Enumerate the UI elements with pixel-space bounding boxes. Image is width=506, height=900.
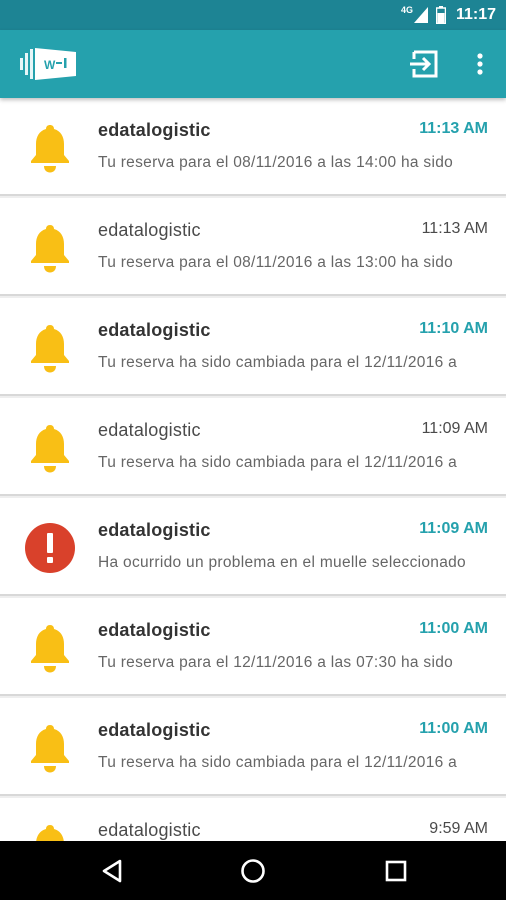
notification-sender: edatalogistic bbox=[98, 820, 201, 840]
more-vert-icon bbox=[477, 53, 483, 75]
notification-preview: Tu reserva ha sido cambiada para el 12/1… bbox=[98, 354, 458, 371]
battery-icon bbox=[435, 6, 446, 24]
notification-time: 11:09 AM bbox=[421, 420, 488, 437]
notification-item[interactable]: edatalogistic 11:13 AM Tu reserva para el … bbox=[0, 198, 506, 296]
bell-icon bbox=[24, 820, 76, 841]
notification-preview: Tu reserva ha sido cambiada para el 12/1… bbox=[98, 454, 458, 471]
notification-preview: Ha ocurrido un problema en el muelle sel… bbox=[98, 554, 466, 571]
logout-icon bbox=[410, 50, 438, 78]
bell-icon bbox=[24, 720, 76, 776]
notification-sender: edatalogistic bbox=[98, 720, 211, 740]
home-button[interactable] bbox=[213, 841, 293, 900]
status-bar: 4G 11:17 bbox=[0, 0, 506, 30]
notification-time: 11:13 AM bbox=[421, 220, 488, 237]
app-bar: W bbox=[0, 30, 506, 98]
app-logo: W bbox=[18, 44, 82, 84]
notification-item[interactable]: edatalogistic 11:09 AM Tu reserva ha sido … bbox=[0, 398, 506, 496]
svg-text:W: W bbox=[44, 58, 56, 72]
signal-indicator: 4G bbox=[400, 4, 428, 23]
bell-icon bbox=[24, 220, 76, 276]
recents-button[interactable] bbox=[356, 841, 436, 900]
navigation-bar bbox=[0, 841, 506, 900]
notification-sender: edatalogistic bbox=[98, 320, 211, 340]
notification-item[interactable]: edatalogistic 9:59 AM bbox=[0, 798, 506, 841]
notification-time: 11:10 AM bbox=[419, 320, 488, 337]
bell-icon bbox=[24, 120, 76, 176]
back-icon bbox=[102, 859, 122, 882]
notification-item[interactable]: edatalogistic 11:00 AM Tu reserva para el … bbox=[0, 598, 506, 696]
notification-sender: edatalogistic bbox=[98, 220, 201, 240]
logout-button[interactable] bbox=[400, 30, 448, 98]
notification-list[interactable]: edatalogistic 11:13 AM Tu reserva para el … bbox=[0, 98, 506, 841]
notification-sender: edatalogistic bbox=[98, 520, 211, 540]
notification-time: 9:59 AM bbox=[429, 820, 488, 837]
status-time: 11:17 bbox=[455, 6, 496, 23]
notification-sender: edatalogistic bbox=[98, 420, 201, 440]
notification-preview: Tu reserva para el 12/11/2016 a las 07:3… bbox=[98, 654, 454, 671]
notification-sender: edatalogistic bbox=[98, 620, 211, 640]
network-type-label: 4G bbox=[400, 4, 413, 15]
bell-icon bbox=[24, 420, 76, 476]
notification-item[interactable]: edatalogistic 11:13 AM Tu reserva para el … bbox=[0, 98, 506, 196]
notification-time: 11:00 AM bbox=[419, 720, 488, 737]
error-icon bbox=[24, 520, 76, 576]
bell-icon bbox=[24, 320, 76, 376]
notification-preview: Tu reserva para el 08/11/2016 a las 13:0… bbox=[98, 254, 454, 271]
recents-icon bbox=[385, 860, 407, 881]
notification-item[interactable]: edatalogistic 11:00 AM Tu reserva ha sido … bbox=[0, 698, 506, 796]
notification-sender: edatalogistic bbox=[98, 120, 211, 140]
notification-item[interactable]: edatalogistic 11:09 AM Ha ocurrido un prob… bbox=[0, 498, 506, 596]
notification-preview: Tu reserva para el 08/11/2016 a las 14:0… bbox=[98, 154, 454, 171]
notification-time: 11:00 AM bbox=[419, 620, 488, 637]
home-icon bbox=[241, 858, 265, 883]
notification-item[interactable]: edatalogistic 11:10 AM Tu reserva ha sido … bbox=[0, 298, 506, 396]
back-button[interactable] bbox=[72, 841, 152, 900]
signal-icon bbox=[413, 7, 428, 23]
notification-preview: Tu reserva ha sido cambiada para el 12/1… bbox=[98, 754, 458, 771]
notification-time: 11:09 AM bbox=[419, 520, 488, 537]
notification-time: 11:13 AM bbox=[419, 120, 488, 137]
bell-icon bbox=[24, 620, 76, 676]
overflow-menu-button[interactable] bbox=[458, 30, 502, 98]
